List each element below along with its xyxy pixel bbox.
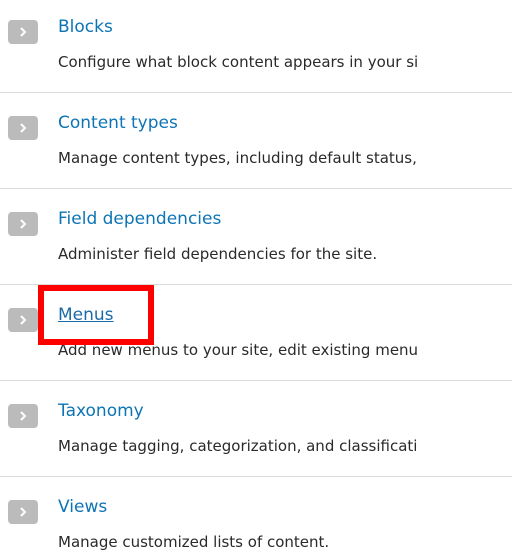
list-item-blocks: Blocks Configure what block content appe… [0, 0, 512, 96]
list-item-field-dependencies: Field dependencies Administer field depe… [0, 192, 512, 288]
item-title-link-taxonomy[interactable]: Taxonomy [58, 400, 144, 422]
expand-arrow-button[interactable] [8, 212, 38, 236]
chevron-right-icon [20, 315, 27, 325]
item-title-link-blocks[interactable]: Blocks [58, 16, 113, 38]
expand-arrow-button[interactable] [8, 116, 38, 140]
list-item-views: Views Manage customized lists of content… [0, 480, 512, 560]
chevron-right-icon [20, 27, 27, 37]
item-description: Configure what block content appears in … [58, 53, 419, 71]
divider [0, 284, 512, 285]
item-title-link-menus[interactable]: Menus [58, 304, 114, 326]
chevron-right-icon [20, 411, 27, 421]
item-description: Add new menus to your site, edit existin… [58, 341, 419, 359]
chevron-right-icon [20, 219, 27, 229]
admin-config-list: Blocks Configure what block content appe… [0, 0, 512, 560]
list-item-content-types: Content types Manage content types, incl… [0, 96, 512, 192]
item-title-link-views[interactable]: Views [58, 496, 107, 518]
divider [0, 380, 512, 381]
list-item-menus: Menus Add new menus to your site, edit e… [0, 288, 512, 384]
chevron-right-icon [20, 507, 27, 517]
expand-arrow-button[interactable] [8, 500, 38, 524]
item-description: Manage content types, including default … [58, 149, 417, 167]
expand-arrow-button[interactable] [8, 404, 38, 428]
expand-arrow-button[interactable] [8, 308, 38, 332]
item-description: Manage tagging, categorization, and clas… [58, 437, 418, 455]
item-title-link-content-types[interactable]: Content types [58, 112, 178, 134]
list-item-taxonomy: Taxonomy Manage tagging, categorization,… [0, 384, 512, 480]
chevron-right-icon [20, 123, 27, 133]
divider [0, 476, 512, 477]
item-description: Administer field dependencies for the si… [58, 245, 378, 263]
expand-arrow-button[interactable] [8, 20, 38, 44]
item-title-link-field-dependencies[interactable]: Field dependencies [58, 208, 221, 230]
divider [0, 188, 512, 189]
item-description: Manage customized lists of content. [58, 533, 330, 551]
divider [0, 92, 512, 93]
